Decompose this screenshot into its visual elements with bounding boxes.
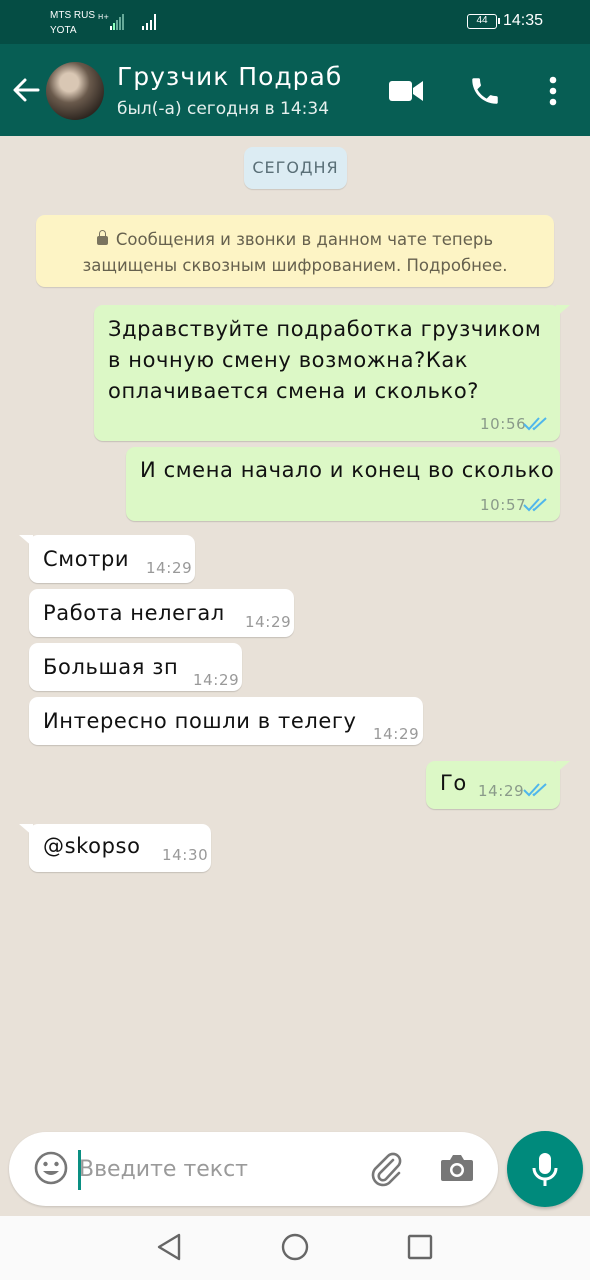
contact-last-seen: был(-а) сегодня в 14:34	[117, 99, 330, 119]
message-time: 14:29	[245, 613, 292, 631]
message-time: 14:29	[146, 559, 193, 577]
phone-icon[interactable]	[468, 74, 502, 108]
message-time: 14:30	[162, 846, 209, 864]
mic-button[interactable]	[507, 1131, 583, 1207]
camera-icon[interactable]	[439, 1152, 475, 1184]
message-input[interactable]	[79, 1148, 359, 1190]
signal-2-icon	[142, 14, 156, 30]
encryption-notice[interactable]: Сообщения и звонки в данном чате теперь …	[36, 215, 554, 287]
message-time: 14:29	[193, 671, 240, 689]
bubble-tail	[556, 305, 570, 317]
emoji-icon[interactable]	[33, 1150, 69, 1186]
android-nav-bar	[0, 1216, 590, 1280]
message-text: Интересно пошли в телегу	[43, 709, 357, 733]
message-bubble-incoming[interactable]: Работа нелегал 14:29	[29, 589, 294, 637]
read-ticks-icon	[523, 417, 547, 431]
message-text: Здравствуйте подработка грузчиком в ночн…	[108, 317, 542, 403]
message-bubble-incoming[interactable]: Интересно пошли в телегу 14:29	[29, 697, 423, 745]
carrier-names: MTS RUS YOTA	[50, 8, 95, 38]
message-time: 10:56	[480, 415, 527, 433]
lock-icon	[96, 230, 108, 245]
message-text: Смотри	[43, 547, 130, 571]
message-bubble-incoming[interactable]: Большая зп 14:29	[29, 643, 242, 691]
message-text: @skopso	[43, 834, 141, 858]
message-text: Большая зп	[43, 655, 179, 679]
status-clock: 14:35	[503, 12, 544, 29]
video-call-icon[interactable]	[388, 78, 424, 104]
recents-square-icon[interactable]	[406, 1232, 434, 1262]
message-time: 10:57	[480, 496, 527, 514]
bubble-tail	[19, 535, 33, 547]
back-triangle-icon[interactable]	[155, 1232, 183, 1262]
back-arrow-icon[interactable]	[10, 74, 42, 106]
encryption-notice-line-1: Сообщения и звонки в данном чате теперь	[115, 230, 494, 249]
message-bubble-outgoing[interactable]: Здравствуйте подработка грузчиком в ночн…	[94, 305, 570, 441]
encryption-notice-line-2: защищены сквозным шифрованием. Подробнее…	[82, 256, 508, 275]
attach-icon[interactable]	[367, 1150, 405, 1188]
message-text: Работа нелегал	[43, 601, 225, 625]
message-bubble-outgoing[interactable]: Го 14:29	[426, 761, 570, 809]
contact-name[interactable]: Грузчик Подраб	[117, 62, 342, 91]
bubble-tail	[556, 761, 570, 773]
message-text: Го	[440, 771, 467, 795]
carrier-1: MTS RUS	[50, 10, 95, 21]
status-bar: MTS RUS YOTA H+ 44 14:35	[0, 0, 590, 44]
contact-avatar[interactable]	[46, 62, 104, 120]
bubble-tail	[19, 824, 33, 836]
home-circle-icon[interactable]	[281, 1232, 309, 1262]
signal-1-icon: H+	[98, 13, 124, 30]
mic-icon	[532, 1153, 558, 1186]
read-ticks-icon	[523, 783, 547, 797]
more-vert-icon[interactable]	[544, 74, 562, 108]
message-text: И смена начало и конец во сколько	[140, 458, 555, 482]
message-time: 14:29	[373, 725, 420, 743]
message-time: 14:29	[478, 782, 525, 800]
date-separator: СЕГОДНЯ	[244, 147, 347, 189]
read-ticks-icon	[523, 498, 547, 512]
message-bubble-incoming[interactable]: Смотри 14:29	[19, 535, 195, 583]
message-bubble-outgoing[interactable]: И смена начало и конец во сколько 10:57	[126, 447, 560, 521]
svg-text:H+: H+	[98, 13, 109, 21]
message-composer	[9, 1132, 498, 1206]
chat-header: Грузчик Подраб был(-а) сегодня в 14:34	[0, 44, 590, 136]
chat-area[interactable]: СЕГОДНЯ Сообщения и звонки в данном чате…	[0, 136, 590, 1216]
message-bubble-incoming[interactable]: @skopso 14:30	[19, 824, 211, 872]
battery-icon: 44	[467, 14, 500, 29]
carrier-2: YOTA	[50, 25, 77, 36]
